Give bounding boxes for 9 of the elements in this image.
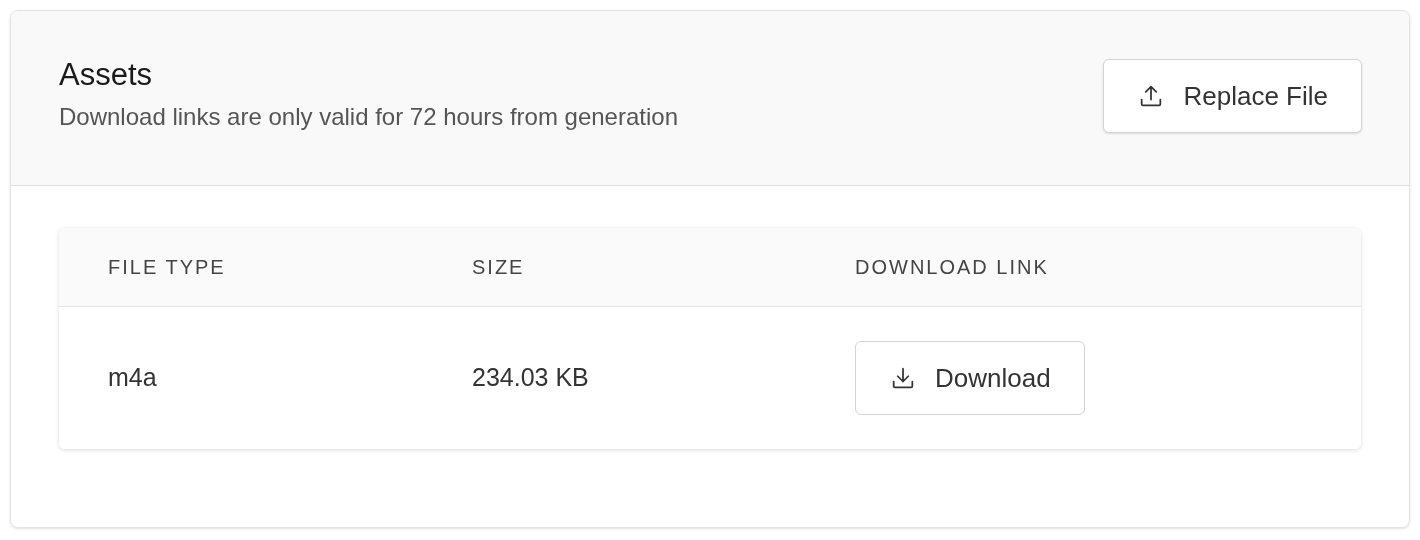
table-cell-text: 234.03 KB (472, 362, 590, 394)
card-subtitle: Download links are only valid for 72 hours from generation (59, 103, 678, 131)
download-button[interactable]: Download (855, 341, 1085, 415)
replace-file-button[interactable]: Replace File (1103, 59, 1362, 133)
column-header: FILE TYPE (108, 255, 227, 280)
column-header: DOWNLOAD LINK (855, 255, 1050, 280)
table-cell-text: m4a (108, 362, 158, 394)
card-title: Assets (59, 59, 154, 91)
column-header: SIZE (472, 255, 526, 280)
